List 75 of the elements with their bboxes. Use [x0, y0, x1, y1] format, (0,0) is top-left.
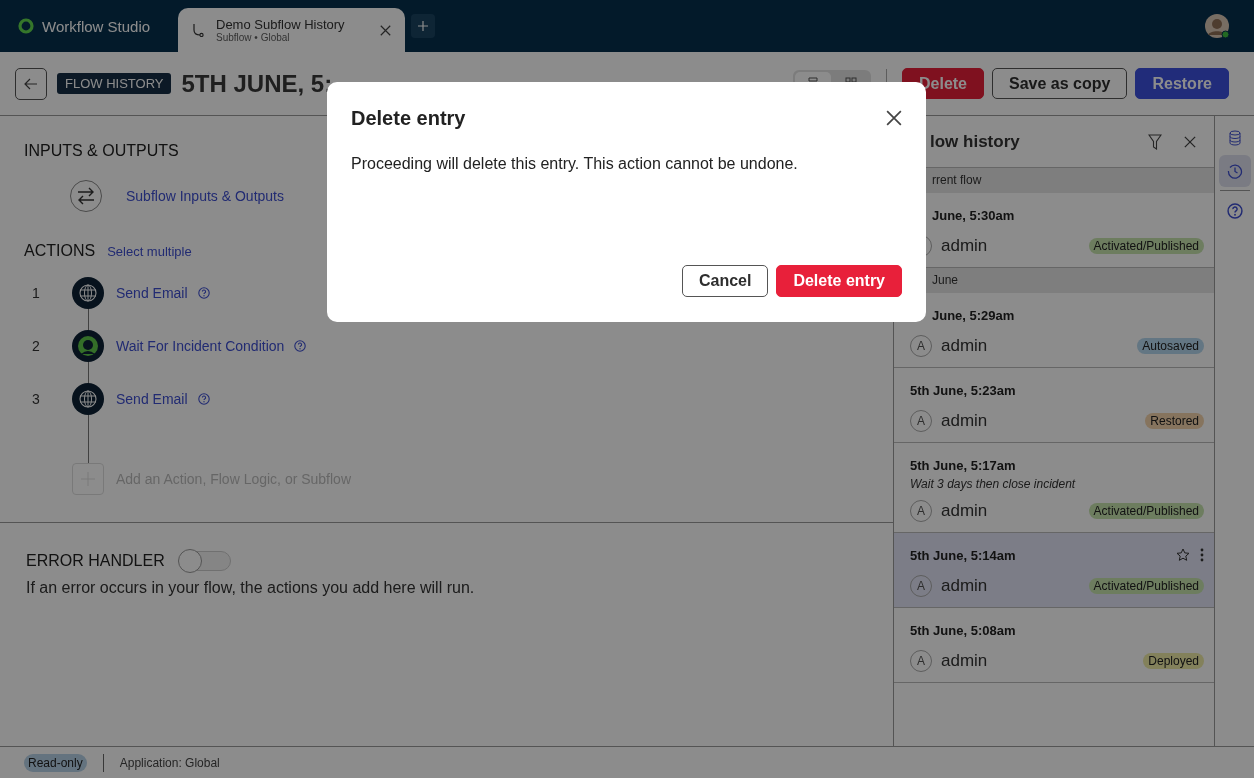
restore-button[interactable]: Restore: [1135, 68, 1229, 99]
step-number: 1: [31, 284, 41, 301]
more-button[interactable]: [1200, 548, 1204, 562]
status-tag: Activated/Published: [1088, 238, 1204, 254]
user-avatar[interactable]: [1204, 13, 1230, 39]
action-link[interactable]: Send Email: [116, 390, 188, 407]
user-name: admin: [941, 411, 989, 431]
entry-time: 5th June, 5:08am: [910, 622, 1017, 638]
error-handler-toggle[interactable]: [178, 551, 231, 571]
section-badge: FLOW HISTORY: [57, 73, 172, 94]
read-only-badge: Read-only: [24, 753, 87, 772]
status-tag: Deployed: [1143, 653, 1204, 669]
user-name: admin: [941, 651, 989, 671]
dialog-title: Delete entry: [351, 106, 466, 130]
close-button[interactable]: [886, 110, 902, 126]
select-multiple-link[interactable]: Select multiple: [107, 243, 192, 259]
database-icon: [1228, 130, 1241, 146]
status-tag: Restored: [1145, 413, 1204, 429]
user-name: admin: [941, 576, 989, 596]
action-link[interactable]: Send Email: [116, 284, 188, 301]
dialog-message: Proceeding will delete this entry. This action cannot be undone.: [351, 154, 799, 174]
user-name: admin: [941, 501, 989, 521]
section-heading: INPUTS & OUTPUTS: [24, 141, 180, 161]
plus-icon: [418, 21, 428, 31]
save-copy-button[interactable]: Save as copy: [992, 68, 1128, 99]
flow-tab[interactable]: Demo Subflow History Subflow • Global: [178, 8, 405, 52]
swap-arrows-icon: [70, 180, 102, 212]
help-icon[interactable]: [1226, 203, 1243, 219]
user-name: admin: [941, 236, 989, 256]
status-tag: Activated/Published: [1088, 503, 1204, 519]
tab-subtitle: Subflow • Global: [216, 31, 291, 44]
action-link[interactable]: Wait For Incident Condition: [116, 337, 285, 354]
close-icon[interactable]: [380, 24, 391, 36]
wait-step-icon: [72, 329, 104, 362]
status-tag: Activated/Published: [1088, 578, 1204, 594]
error-handler-description: If an error occurs in your flow, the actions you add here will run.: [26, 578, 476, 598]
user-name: admin: [941, 336, 989, 356]
cancel-button[interactable]: Cancel: [681, 265, 769, 297]
kebab-icon: [1200, 548, 1204, 562]
new-tab-button[interactable]: [411, 14, 435, 38]
history-tool-button[interactable]: [1218, 155, 1251, 187]
help-icon[interactable]: [197, 286, 210, 299]
history-entry[interactable]: 5th June, 5:14am A admin Activated/Published: [894, 533, 1214, 608]
entry-note: Wait 3 days then close incident: [910, 477, 1077, 492]
section-heading: ACTIONS: [24, 241, 96, 261]
inputs-outputs-link[interactable]: Subflow Inputs & Outputs: [126, 188, 284, 204]
entry-time: 5th June, 5:23am: [910, 382, 1017, 398]
page-title: 5TH JUNE, 5:: [181, 69, 333, 98]
help-icon[interactable]: [197, 392, 210, 405]
filter-button[interactable]: [1148, 133, 1162, 150]
entry-time: June, 5:30am: [931, 207, 1016, 223]
back-button[interactable]: [15, 67, 47, 100]
section-heading: ERROR HANDLER: [26, 551, 165, 571]
back-arrow-icon: [24, 77, 38, 90]
filter-icon: [1148, 133, 1162, 150]
star-button[interactable]: [1176, 548, 1190, 562]
close-panel-button[interactable]: [1184, 135, 1196, 148]
panel-title: low history: [930, 131, 1021, 152]
history-icon: [1226, 163, 1243, 179]
star-icon: [1176, 548, 1190, 562]
tab-title: Demo Subflow History: [216, 16, 346, 32]
application-label: Application: Global: [119, 755, 220, 770]
help-icon[interactable]: [294, 339, 307, 352]
globe-icon: [72, 276, 104, 309]
delete-entry-button[interactable]: Delete entry: [776, 265, 902, 297]
app-name: Workflow Studio: [42, 17, 151, 35]
branch-icon: [192, 23, 204, 37]
entry-time: 5th June, 5:17am: [910, 457, 1017, 473]
step-number: 3: [31, 390, 41, 407]
step-number: 2: [31, 337, 41, 354]
status-tag: Autosaved: [1137, 338, 1204, 354]
logo-icon: [18, 18, 34, 34]
entry-time: June, 5:29am: [931, 307, 1016, 323]
globe-icon: [72, 382, 104, 415]
entry-time: 5th June, 5:14am: [910, 547, 1017, 563]
